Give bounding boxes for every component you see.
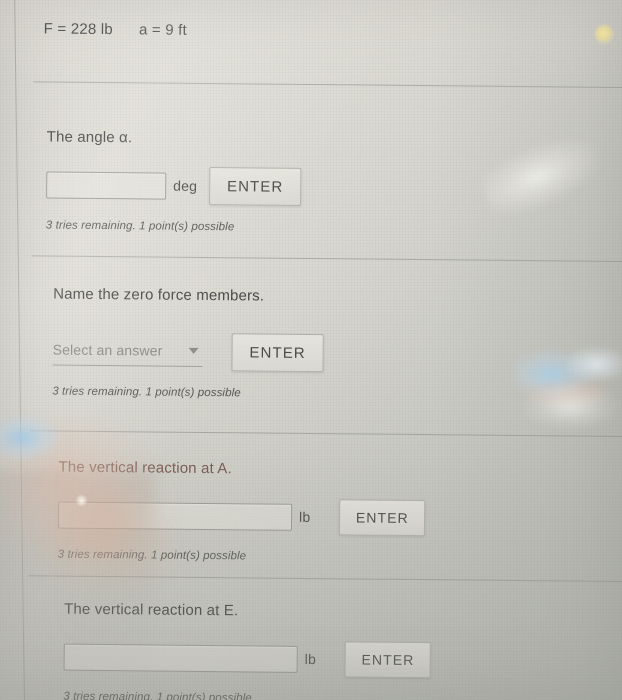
content-left-edge <box>14 0 26 700</box>
answer-row-zero-force-members: Select an answer ENTER <box>52 332 324 373</box>
answer-input-vertical-reaction-e[interactable] <box>63 643 298 673</box>
tries-remaining-vertical-reaction-e: 3 tries remaining. 1 point(s) possible <box>63 690 252 700</box>
answer-input-angle-alpha[interactable] <box>46 170 167 200</box>
answer-row-angle-alpha: deg ENTER <box>46 165 302 206</box>
unit-label-lb-e: lb <box>304 650 317 668</box>
chevron-down-icon <box>188 347 199 354</box>
answer-select-zero-force-members[interactable]: Select an answer <box>52 336 203 367</box>
answer-row-vertical-reaction-a: lb ENTER <box>57 497 426 537</box>
enter-button-zero-force-members[interactable]: ENTER <box>231 333 324 373</box>
question-block-angle-alpha: The angle α. deg ENTER 3 tries remaining… <box>46 128 302 233</box>
tries-remaining-angle-alpha: 3 tries remaining. 1 point(s) possible <box>45 219 235 234</box>
screen-photo: F = 228 lb a = 9 ft The angle α. deg ENT… <box>0 0 622 700</box>
quiz-page: F = 228 lb a = 9 ft The angle α. deg ENT… <box>0 0 622 700</box>
question-block-vertical-reaction-a: The vertical reaction at A. lb ENTER 3 t… <box>58 459 426 565</box>
question-prompt-zero-force-members: Name the zero force members. <box>53 285 265 305</box>
select-placeholder-label: Select an answer <box>52 341 163 359</box>
enter-button-vertical-reaction-e[interactable]: ENTER <box>344 641 432 679</box>
question-block-vertical-reaction-e: The vertical reaction at E. lb ENTER 3 t… <box>63 600 432 700</box>
question-prompt-vertical-reaction-a: The vertical reaction at A. <box>58 458 232 478</box>
answer-input-vertical-reaction-a[interactable] <box>57 501 293 531</box>
unit-label-lb-a: lb <box>298 508 311 526</box>
question-prompt-vertical-reaction-e: The vertical reaction at E. <box>64 600 239 620</box>
enter-button-angle-alpha[interactable]: ENTER <box>209 167 302 206</box>
divider-4 <box>28 575 622 583</box>
tries-remaining-vertical-reaction-a: 3 tries remaining. 1 point(s) possible <box>57 548 247 563</box>
tries-remaining-zero-force-members: 3 tries remaining. 1 point(s) possible <box>52 385 241 400</box>
answer-row-vertical-reaction-e: lb ENTER <box>63 639 432 679</box>
enter-button-vertical-reaction-a[interactable]: ENTER <box>339 499 426 537</box>
divider-2 <box>31 255 622 263</box>
divider-1 <box>33 81 622 89</box>
divider-3 <box>29 430 622 438</box>
given-values-text: F = 228 lb a = 9 ft <box>43 20 188 39</box>
question-prompt-angle-alpha: The angle α. <box>46 128 133 147</box>
question-block-zero-force-members: Name the zero force members. Select an a… <box>52 286 324 401</box>
unit-label-deg: deg <box>173 177 198 194</box>
